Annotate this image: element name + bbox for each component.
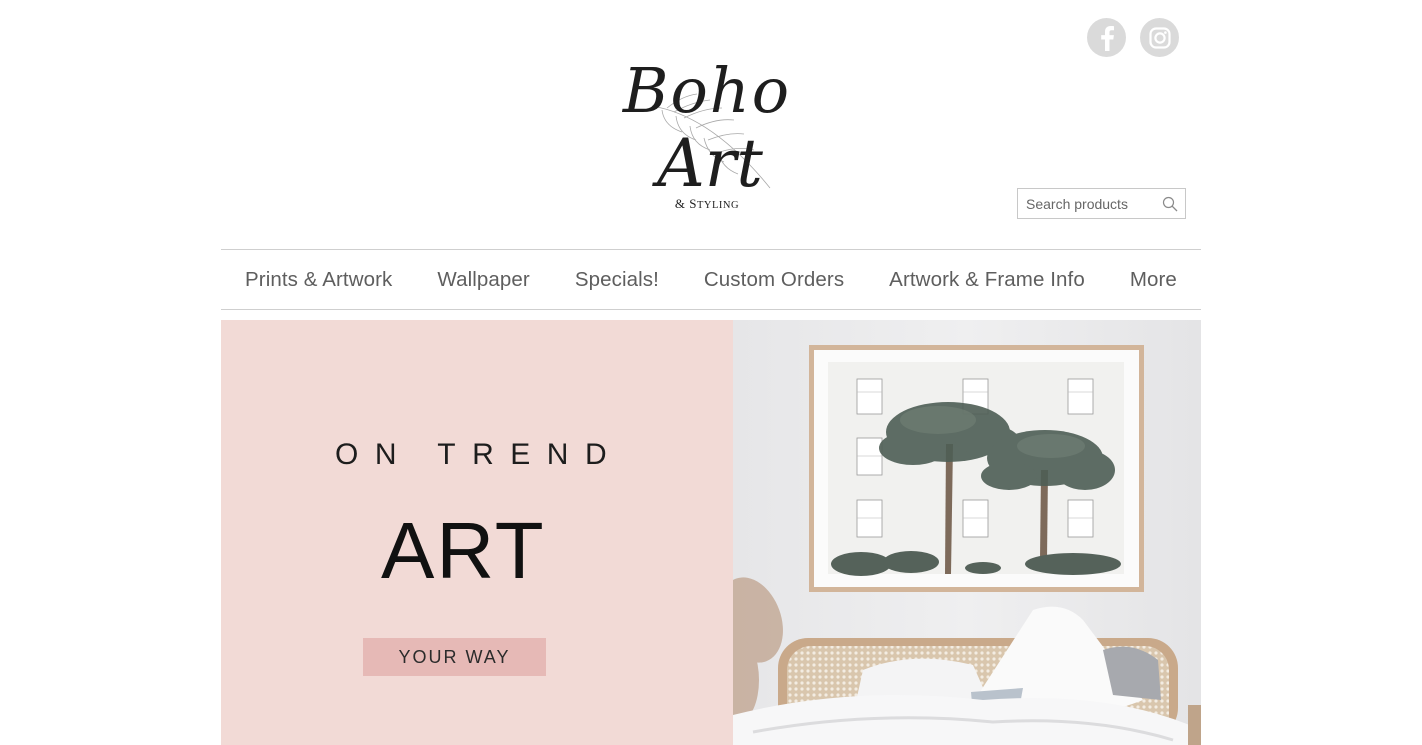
bedroom-photo (719, 320, 1201, 745)
hero-headline: ART (381, 506, 546, 595)
logo-text-art: Art (651, 125, 763, 196)
nav-item-custom-orders[interactable]: Custom Orders (704, 268, 844, 292)
instagram-icon (1148, 26, 1171, 49)
nav-item-artwork-frame-info[interactable]: Artwork & Frame Info (889, 268, 1085, 292)
facebook-link[interactable] (1087, 18, 1126, 57)
facebook-icon (1100, 25, 1114, 51)
hero-text-panel: ON TREND ART YOUR WAY (221, 320, 733, 745)
hero-tagline: ON TREND (335, 438, 624, 471)
instagram-link[interactable] (1140, 18, 1179, 57)
nav-item-specials[interactable]: Specials! (575, 268, 659, 292)
hero-banner: ON TREND ART YOUR WAY (221, 320, 1201, 745)
nav-item-prints-artwork[interactable]: Prints & Artwork (245, 268, 392, 292)
nav-item-wallpaper[interactable]: Wallpaper (437, 268, 529, 292)
main-nav: Prints & Artwork Wallpaper Specials! Cus… (221, 249, 1201, 310)
product-search (1017, 188, 1186, 219)
hero-image (719, 320, 1201, 745)
nav-item-more[interactable]: More (1130, 268, 1177, 292)
logo-artwork: Boho Art (622, 54, 791, 196)
logo-text-boho: Boho (622, 54, 791, 127)
social-bar (1087, 18, 1179, 57)
search-input[interactable] (1018, 195, 1156, 212)
brand-logo[interactable]: Boho Art & STYLING (612, 36, 802, 218)
logo-tagline: & STYLING (612, 196, 802, 212)
framed-print (809, 345, 1144, 592)
your-way-button[interactable]: YOUR WAY (363, 638, 546, 676)
logo-tagline-start: & S (674, 196, 697, 211)
logo-tagline-rest: TYLING (697, 200, 740, 211)
search-icon[interactable] (1162, 196, 1178, 212)
